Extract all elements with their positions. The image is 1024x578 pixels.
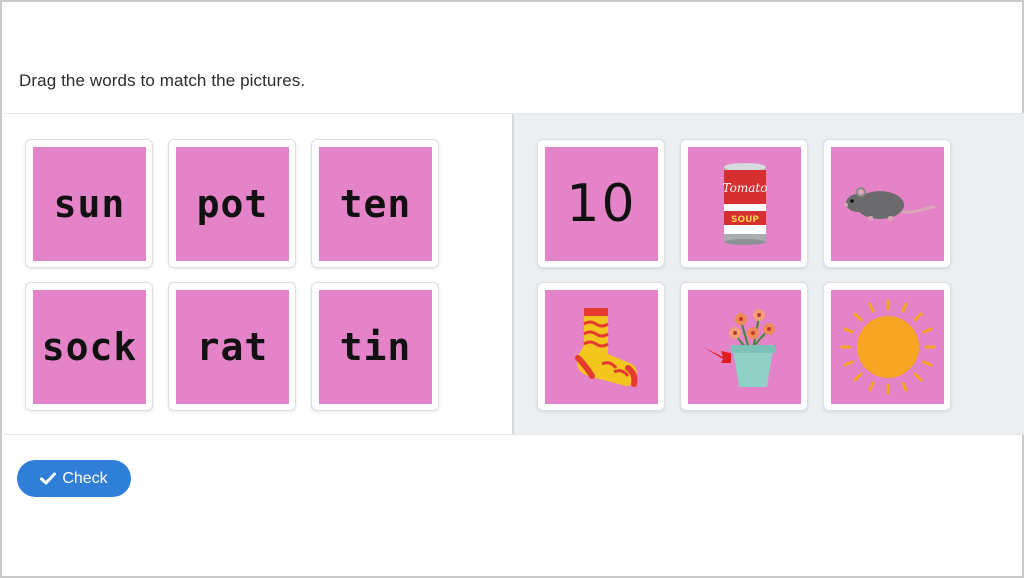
word-label: pot — [196, 182, 269, 226]
tomato-soup-can-icon: Tomato SOUP — [722, 163, 767, 245]
picture-card-rat[interactable] — [823, 139, 951, 268]
picture-card-ten[interactable]: 10 — [537, 139, 665, 268]
check-button-label: Check — [62, 469, 108, 487]
word-card-sock[interactable]: sock — [25, 282, 153, 411]
picture-card-sock[interactable] — [537, 282, 665, 411]
sock-icon — [574, 308, 637, 387]
svg-text:Tomato: Tomato — [722, 181, 767, 195]
svg-text:SOUP: SOUP — [730, 215, 758, 225]
activity-frame: Drag the words to match the pictures. su… — [0, 0, 1024, 578]
check-button[interactable]: Check — [17, 460, 131, 497]
word-label: rat — [196, 325, 269, 369]
picture-cards-area: 10 Tomato SOUP — [514, 114, 1024, 434]
picture-card-pot[interactable] — [680, 282, 808, 411]
word-label: sock — [41, 325, 138, 369]
picture-card-tin[interactable]: Tomato SOUP — [680, 139, 808, 268]
word-cards-area: sun pot ten sock rat tin — [4, 114, 512, 434]
rat-icon — [843, 187, 935, 221]
word-label: ten — [339, 182, 412, 226]
sun-icon — [840, 299, 935, 395]
matching-board: sun pot ten sock rat tin 10 Tomato SOUP — [4, 113, 1024, 435]
number-ten-icon: 10 — [566, 174, 637, 234]
word-label: tin — [339, 325, 412, 369]
word-card-tin[interactable]: tin — [311, 282, 439, 411]
picture-card-sun[interactable] — [823, 282, 951, 411]
instruction-text: Drag the words to match the pictures. — [19, 71, 306, 90]
word-card-pot[interactable]: pot — [168, 139, 296, 268]
flower-pot-icon — [702, 309, 775, 387]
word-label: sun — [53, 182, 126, 226]
word-card-ten[interactable]: ten — [311, 139, 439, 268]
word-card-sun[interactable]: sun — [25, 139, 153, 268]
word-card-rat[interactable]: rat — [168, 282, 296, 411]
checkmark-icon — [40, 472, 57, 485]
